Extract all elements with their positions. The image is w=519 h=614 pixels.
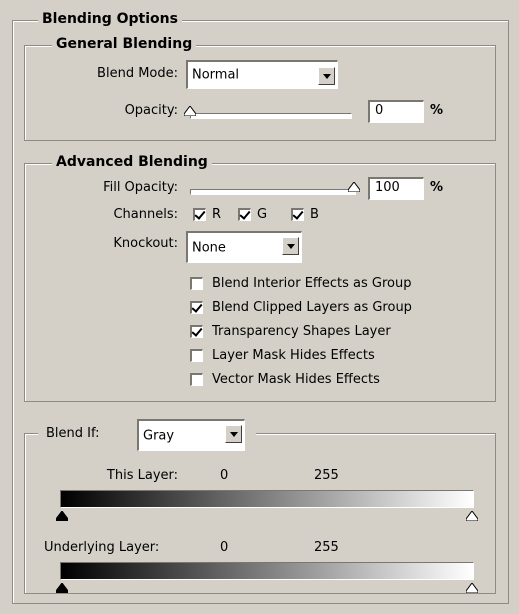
- blend-interior-effects-checkbox[interactable]: [190, 277, 203, 290]
- knockout-label: Knockout:: [113, 236, 178, 251]
- underlying-layer-black-thumb[interactable]: [56, 583, 68, 593]
- layer-mask-hides-effects-label: Layer Mask Hides Effects: [212, 348, 375, 363]
- fill-opacity-label: Fill Opacity:: [103, 180, 178, 195]
- channel-b-checkbox[interactable]: [291, 208, 304, 221]
- channel-r-checkbox[interactable]: [193, 208, 206, 221]
- channel-g-label: G: [257, 207, 268, 222]
- vector-mask-hides-effects-checkbox[interactable]: [190, 373, 203, 386]
- layer-mask-hides-effects-checkbox[interactable]: [190, 349, 203, 362]
- fill-opacity-slider[interactable]: [190, 189, 356, 195]
- blend-mode-value: Normal: [192, 67, 240, 83]
- chevron-down-icon[interactable]: [282, 237, 299, 255]
- blend-if-select[interactable]: Gray: [137, 419, 245, 451]
- channel-b-label: B: [310, 207, 319, 222]
- this-layer-label: This Layer:: [106, 468, 178, 483]
- vector-mask-hides-effects-label: Vector Mask Hides Effects: [212, 372, 380, 387]
- opacity-input[interactable]: 0: [368, 100, 424, 123]
- underlying-layer-max: 255: [314, 540, 339, 555]
- channel-g-checkbox[interactable]: [238, 208, 251, 221]
- fill-opacity-slider-thumb[interactable]: [348, 182, 360, 192]
- underlying-layer-min: 0: [220, 540, 229, 555]
- blend-clipped-layers-label: Blend Clipped Layers as Group: [212, 300, 412, 315]
- transparency-shapes-layer-label: Transparency Shapes Layer: [212, 324, 391, 339]
- advanced-blending-title: Advanced Blending: [52, 154, 212, 170]
- fill-opacity-input[interactable]: 100: [368, 177, 424, 200]
- blend-if-label: Blend If:: [46, 426, 100, 441]
- this-layer-gradient-slider[interactable]: [60, 490, 474, 508]
- chevron-down-icon[interactable]: [318, 67, 335, 85]
- fill-opacity-unit: %: [430, 180, 444, 195]
- channel-r-label: R: [212, 207, 222, 222]
- underlying-layer-white-thumb[interactable]: [466, 583, 478, 593]
- blend-clipped-layers-checkbox[interactable]: [190, 301, 203, 314]
- blend-mode-select[interactable]: Normal: [186, 60, 338, 89]
- opacity-slider[interactable]: [190, 113, 352, 119]
- this-layer-min: 0: [220, 468, 229, 483]
- this-layer-black-thumb[interactable]: [56, 511, 68, 521]
- blend-if-value: Gray: [143, 428, 175, 443]
- chevron-down-icon[interactable]: [225, 425, 242, 443]
- general-blending-title: General Blending: [52, 36, 197, 52]
- blend-interior-effects-label: Blend Interior Effects as Group: [212, 276, 412, 291]
- transparency-shapes-layer-checkbox[interactable]: [190, 325, 203, 338]
- knockout-select[interactable]: None: [186, 231, 302, 263]
- underlying-layer-gradient-slider[interactable]: [60, 562, 474, 580]
- knockout-value: None: [192, 240, 226, 255]
- this-layer-white-thumb[interactable]: [466, 511, 478, 521]
- opacity-unit: %: [430, 103, 444, 118]
- channels-label: Channels:: [113, 207, 178, 222]
- this-layer-max: 255: [314, 468, 339, 483]
- opacity-label: Opacity:: [124, 103, 178, 118]
- underlying-layer-label: Underlying Layer:: [44, 540, 160, 555]
- blending-options-title: Blending Options: [38, 11, 182, 27]
- blend-mode-label: Blend Mode:: [97, 66, 178, 81]
- opacity-slider-thumb[interactable]: [184, 106, 196, 116]
